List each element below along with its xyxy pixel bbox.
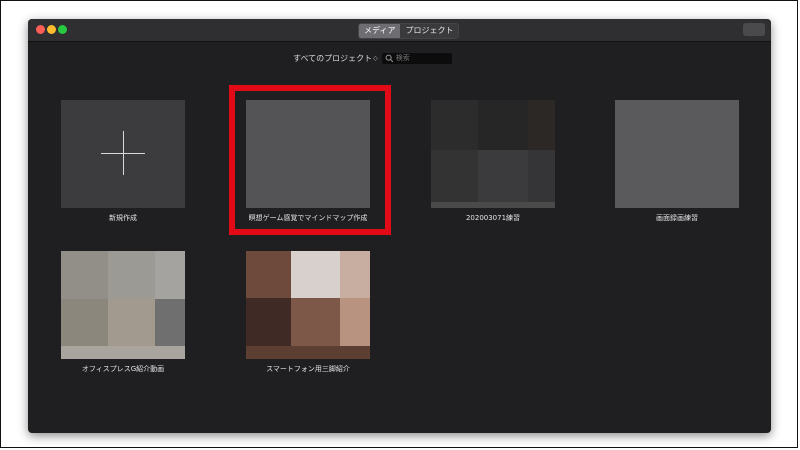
- project-thumbnail[interactable]: [246, 251, 370, 359]
- highlight-box: [229, 85, 391, 235]
- close-window-button[interactable]: [36, 25, 45, 34]
- project-thumbnail[interactable]: [431, 100, 555, 208]
- imovie-window: メディア プロジェクト すべてのプロジェクト ◇ 新規作成 瞑想ゲーム感覚でマイ…: [28, 19, 771, 433]
- project-filter-dropdown[interactable]: すべてのプロジェクト: [293, 53, 372, 64]
- project-title: 202003071練習: [465, 214, 521, 222]
- project-title: オフィスプレスG紹介動画: [81, 365, 165, 373]
- project-filter-bar: すべてのプロジェクト ◇: [293, 52, 452, 64]
- search-icon: [385, 54, 394, 62]
- project-thumbnail[interactable]: [61, 251, 185, 359]
- plus-icon-vertical: [122, 131, 124, 175]
- view-segmented-control: メディア プロジェクト: [358, 23, 460, 39]
- search-field[interactable]: [381, 52, 452, 64]
- new-project-tile[interactable]: [61, 100, 185, 208]
- title-bar: メディア プロジェクト: [28, 19, 771, 42]
- minimize-window-button[interactable]: [47, 25, 56, 34]
- tab-media[interactable]: メディア: [359, 24, 401, 38]
- zoom-window-button[interactable]: [58, 25, 67, 34]
- toolbar-button[interactable]: [743, 23, 765, 36]
- project-title: スマートフォン用三脚紹介: [266, 365, 350, 373]
- project-title: 画面録画練習: [656, 214, 698, 222]
- tab-projects[interactable]: プロジェクト: [400, 24, 459, 38]
- project-thumbnail[interactable]: [615, 100, 739, 208]
- project-title: 新規作成: [109, 214, 137, 222]
- dropdown-caret-icon: ◇: [373, 54, 378, 62]
- search-input[interactable]: [395, 54, 450, 62]
